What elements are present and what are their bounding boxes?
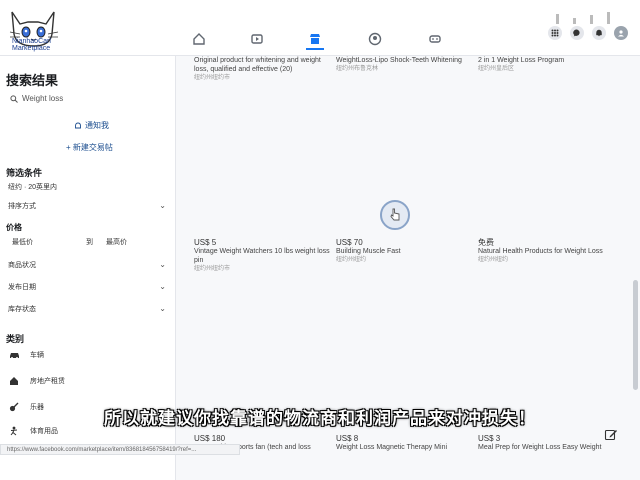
- notifications-icon[interactable]: [592, 26, 606, 40]
- listing-location: 纽约州纽约: [478, 257, 509, 263]
- listing-title: WeightLoss-Lipo Shock-Teeth Whitening: [336, 57, 462, 64]
- notify-me-label: 通知我: [85, 121, 109, 130]
- house-icon: [8, 376, 20, 386]
- listing-price: US$ 8: [336, 434, 359, 443]
- listing-title: Natural Health Products for Weight Loss: [478, 248, 603, 255]
- listing-location: 纽约州皇后区: [478, 66, 515, 72]
- listing-card[interactable]: US$ 8 Weight Loss Magnetic Therapy Mini: [336, 434, 474, 452]
- listing-location: 纽约州纽约市: [194, 75, 231, 81]
- listing-card[interactable]: US$ 3 Meal Prep for Weight Loss Easy Wei…: [478, 434, 616, 452]
- categories-title: 类别: [6, 334, 25, 344]
- logo-caption-line2: Marketplace: [12, 45, 51, 52]
- chevron-down-icon: ⌄: [159, 260, 166, 269]
- video-icon[interactable]: [248, 30, 266, 48]
- listing-card[interactable]: 免费 Natural Health Products for Weight Lo…: [478, 238, 616, 265]
- notify-me-link[interactable]: 通知我: [74, 120, 109, 131]
- compose-edit-icon[interactable]: [604, 428, 618, 442]
- listing-title: Weight Loss Magnetic Therapy Mini: [336, 444, 448, 451]
- listing-title: 2 in 1 Weight Loss Program: [478, 57, 565, 64]
- price-to-label: 到: [86, 239, 93, 246]
- listing-title: Meal Prep for Weight Loss Easy Weight: [478, 444, 602, 451]
- chevron-down-icon: ⌄: [159, 201, 166, 210]
- messenger-icon[interactable]: [570, 26, 584, 40]
- header-right-icons: [548, 26, 628, 40]
- decorative-bar: [590, 15, 593, 24]
- page-title: 搜索结果: [6, 73, 59, 88]
- availability-filter[interactable]: 库存状态 ⌄: [8, 304, 166, 314]
- gaming-icon[interactable]: [426, 30, 444, 48]
- search-input[interactable]: Weight loss: [10, 94, 63, 103]
- listing-card[interactable]: WeightLoss-Lipo Shock-Teeth Whitening 纽约…: [336, 56, 474, 74]
- bell-icon: [75, 122, 81, 128]
- status-url-bar: https://www.facebook.com/marketplace/ite…: [0, 444, 240, 455]
- create-listing-label: + 新建交易帖: [66, 143, 113, 152]
- decorative-bar: [556, 14, 559, 24]
- filters-title: 筛选条件: [6, 168, 43, 178]
- listing-title: Vintage Weight Watchers 10 lbs weight lo…: [194, 248, 330, 264]
- listing-card[interactable]: Original product for whitening and weigh…: [194, 56, 332, 83]
- category-vehicles[interactable]: 车辆: [8, 350, 44, 360]
- sort-label: 排序方式: [8, 203, 36, 210]
- listing-price: US$ 5: [194, 238, 217, 247]
- listing-location: 纽约州纽约市: [194, 266, 231, 272]
- video-subtitle: 所以就建议你找靠谱的物流商和利润产品来对冲损失！: [104, 409, 536, 428]
- listing-price: 免费: [478, 238, 494, 247]
- search-value: Weight loss: [22, 94, 64, 103]
- decorative-bar: [607, 12, 610, 24]
- listing-card[interactable]: 2 in 1 Weight Loss Program 纽约州皇后区: [478, 56, 616, 74]
- profile-avatar[interactable]: [614, 26, 628, 40]
- pointer-cursor-icon: [380, 200, 410, 230]
- create-listing-link[interactable]: + 新建交易帖: [66, 142, 113, 153]
- price-max-input[interactable]: 最高价: [106, 237, 127, 247]
- listing-location: 纽约州布鲁克林: [336, 66, 379, 72]
- apps-icon[interactable]: [548, 26, 562, 40]
- vertical-scrollbar[interactable]: [633, 280, 638, 390]
- category-label: 房地产租赁: [30, 378, 65, 385]
- price-label: 价格: [6, 223, 22, 232]
- availability-label: 库存状态: [8, 306, 36, 313]
- date-listed-label: 发布日期: [8, 284, 36, 291]
- chevron-down-icon: ⌄: [159, 282, 166, 291]
- condition-filter[interactable]: 商品状况 ⌄: [8, 260, 166, 270]
- condition-label: 商品状况: [8, 262, 36, 269]
- date-listed-filter[interactable]: 发布日期 ⌄: [8, 282, 166, 292]
- groups-icon[interactable]: [366, 30, 384, 48]
- listing-price: US$ 180: [194, 434, 226, 443]
- logo-caption: NianhaoCarl Marketplace: [12, 38, 51, 52]
- listing-title: Original product for whitening and weigh…: [194, 57, 321, 73]
- decorative-bar: [573, 18, 576, 24]
- category-property-rentals[interactable]: 房地产租赁: [8, 376, 65, 386]
- price-min-input[interactable]: 最低价: [12, 237, 33, 247]
- listing-title: Building Muscle Fast: [336, 248, 401, 255]
- listing-card[interactable]: US$ 70 Building Muscle Fast 纽约州纽约: [336, 238, 474, 265]
- home-icon[interactable]: [190, 30, 208, 48]
- chevron-down-icon: ⌄: [159, 304, 166, 313]
- logo-caption-line1: NianhaoCarl: [12, 38, 51, 45]
- search-icon: [10, 94, 18, 103]
- listing-location: 纽约州纽约: [336, 257, 367, 263]
- sort-filter[interactable]: 排序方式 ⌄: [8, 201, 166, 211]
- car-icon: [8, 350, 20, 360]
- listing-card[interactable]: US$ 5 Vintage Weight Watchers 10 lbs wei…: [194, 238, 332, 274]
- listing-price: US$ 70: [336, 238, 363, 247]
- top-navigation-bar: NianhaoCarl Marketplace: [0, 0, 640, 56]
- decorative-bars: [556, 12, 610, 24]
- location-filter[interactable]: 纽约 · 20英里内: [8, 182, 57, 192]
- category-label: 车辆: [30, 352, 44, 359]
- listing-price: US$ 3: [478, 434, 501, 443]
- marketplace-icon[interactable]: [306, 30, 324, 50]
